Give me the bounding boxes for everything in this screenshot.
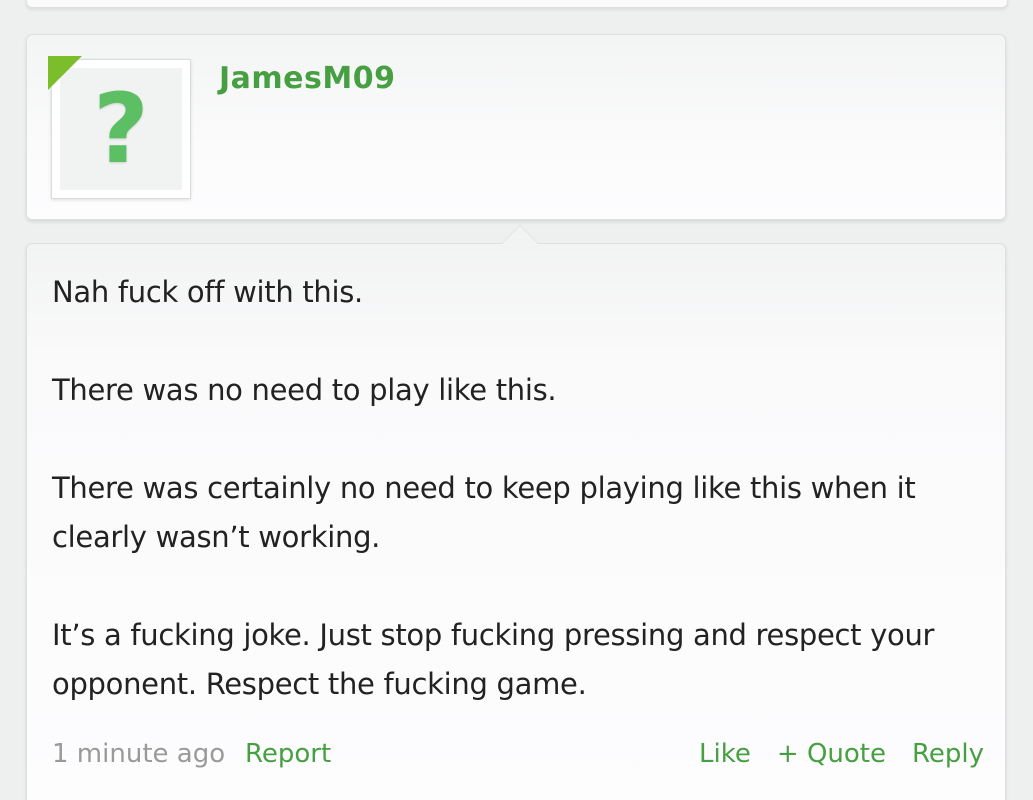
message-paragraph: There was certainly no need to keep play… [52, 471, 916, 554]
post-timestamp: 1 minute ago [52, 739, 226, 769]
bubble-pointer [501, 225, 539, 244]
comment-thread: ? JamesM09 Nah fuck off with this. There… [0, 0, 1033, 800]
author-username[interactable]: JamesM09 [219, 61, 395, 96]
message-paragraph: Nah fuck off with this. [52, 275, 363, 309]
reply-button[interactable]: Reply [912, 734, 984, 774]
previous-post-card [26, 0, 1008, 8]
post-message: Nah fuck off with this. There was no nee… [26, 225, 1006, 800]
message-paragraph: It’s a fucking joke. Just stop fucking p… [52, 618, 935, 701]
like-button[interactable]: Like [699, 734, 751, 774]
post-actions: Like + Quote Reply [699, 734, 984, 774]
post-footer: 1 minute ago Report Like + Quote Reply [52, 734, 984, 774]
report-link[interactable]: Report [245, 734, 331, 774]
question-mark-icon: ? [93, 73, 149, 185]
message-body: Nah fuck off with this. There was no nee… [52, 268, 982, 758]
post-author-header: ? JamesM09 [26, 34, 1006, 220]
user-status-flag-icon [48, 56, 82, 90]
quote-button[interactable]: + Quote [777, 734, 886, 774]
avatar[interactable]: ? [48, 56, 191, 199]
message-paragraph: There was no need to play like this. [52, 373, 557, 407]
